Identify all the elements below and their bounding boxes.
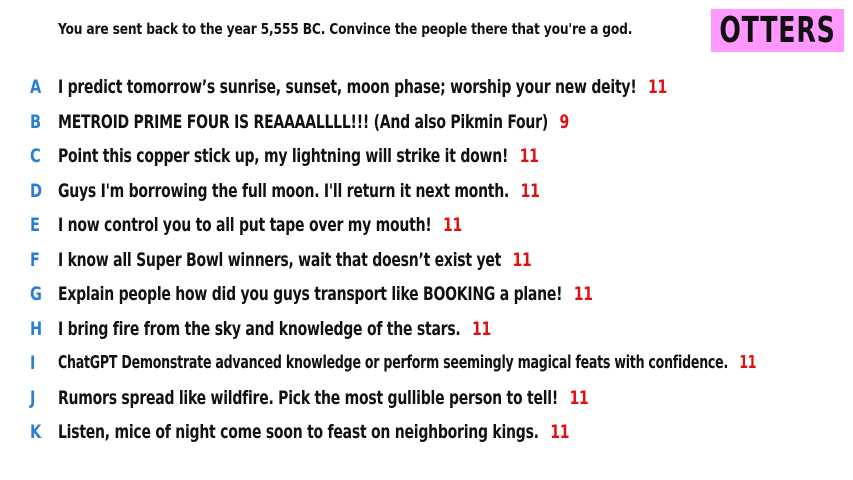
prompt-text: You are sent back to the year 5,555 BC. … [58, 20, 633, 38]
answer-score: 11 [573, 283, 593, 305]
answer-text: Rumors spread like wildfire. Pick the mo… [58, 386, 589, 409]
answer-body: Guys I'm borrowing the full moon. I'll r… [58, 179, 510, 202]
answer-row: G Explain people how did you guys transp… [0, 279, 853, 309]
answer-body: I predict tomorrow’s sunrise, sunset, mo… [58, 76, 637, 98]
team-badge: OTTERS [711, 9, 844, 52]
answer-letter: I [30, 352, 36, 374]
answer-score: 11 [550, 421, 570, 443]
answer-score: 11 [442, 214, 462, 236]
answer-body: Point this copper stick up, my lightning… [58, 145, 509, 167]
answer-text: I bring fire from the sky and knowledge … [58, 318, 491, 340]
answer-text: I now control you to all put tape over m… [58, 214, 462, 236]
answer-row: C Point this copper stick up, my lightni… [0, 141, 853, 171]
team-name: OTTERS [719, 10, 836, 51]
answer-score: 11 [519, 145, 539, 167]
answer-letter: C [30, 145, 41, 167]
answer-score: 11 [647, 76, 667, 98]
answer-text: ChatGPT Demonstrate advanced knowledge o… [58, 353, 756, 373]
answer-row: F I know all Super Bowl winners, wait th… [0, 245, 853, 275]
answer-letter: K [30, 421, 42, 443]
answer-letter: J [30, 386, 36, 409]
answer-row: I ChatGPT Demonstrate advanced knowledge… [0, 348, 853, 378]
answer-text: Listen, mice of night come soon to feast… [58, 421, 570, 443]
answer-score: 11 [569, 386, 589, 409]
answer-body: ChatGPT Demonstrate advanced knowledge o… [58, 353, 728, 373]
answer-row: D Guys I'm borrowing the full moon. I'll… [0, 176, 853, 206]
answer-text: Point this copper stick up, my lightning… [58, 145, 539, 167]
answer-text: Explain people how did you guys transpor… [58, 283, 593, 305]
answer-text: I predict tomorrow’s sunrise, sunset, mo… [58, 76, 667, 98]
answer-text: METROID PRIME FOUR IS REAAAALLLL!!! (And… [58, 111, 569, 133]
answer-row: H I bring fire from the sky and knowledg… [0, 314, 853, 344]
answer-letter: E [30, 214, 40, 236]
answer-text: I know all Super Bowl winners, wait that… [58, 249, 532, 271]
answer-letter: F [30, 248, 40, 271]
answer-row: B METROID PRIME FOUR IS REAAAALLLL!!! (A… [0, 107, 853, 137]
answer-row: K Listen, mice of night come soon to fea… [0, 417, 853, 447]
answer-letter: B [30, 110, 42, 133]
answer-text: Guys I'm borrowing the full moon. I'll r… [58, 180, 540, 202]
answer-body: I now control you to all put tape over m… [58, 214, 432, 236]
answer-letter: H [30, 317, 43, 340]
answer-body: Explain people how did you guys transpor… [58, 283, 563, 305]
answer-body: Listen, mice of night come soon to feast… [58, 421, 539, 443]
answer-row: J Rumors spread like wildfire. Pick the … [0, 383, 853, 413]
answer-score: 11 [471, 317, 491, 340]
answer-body: I bring fire from the sky and knowledge … [58, 317, 461, 340]
answer-row: E I now control you to all put tape over… [0, 210, 853, 240]
answer-score: 11 [520, 179, 540, 202]
answer-body: Rumors spread like wildfire. Pick the mo… [58, 386, 558, 409]
answer-score: 11 [512, 248, 532, 271]
answer-score: 11 [739, 353, 757, 373]
answer-score: 9 [559, 110, 569, 133]
answer-body: METROID PRIME FOUR IS REAAAALLLL!!! (And… [58, 110, 549, 133]
answer-body: I know all Super Bowl winners, wait that… [58, 248, 502, 271]
answer-letter: A [30, 76, 42, 98]
answer-letter: D [30, 179, 43, 202]
answer-row: A I predict tomorrow’s sunrise, sunset, … [0, 72, 853, 102]
answer-letter: G [30, 283, 42, 305]
